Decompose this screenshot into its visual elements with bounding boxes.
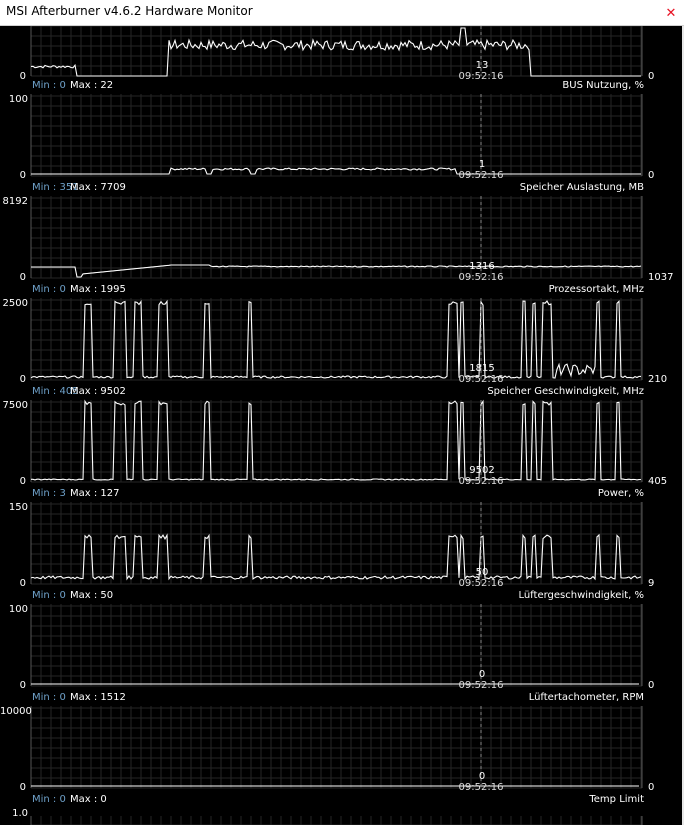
graph-5-axis-min: 0 — [19, 680, 26, 691]
graph-6-label: Lüftertachometer, RPM — [528, 692, 644, 703]
graph-3-current-value: 405 — [648, 476, 668, 487]
graph-6-min: Min : 0 — [32, 692, 66, 703]
graph-3-trace — [31, 399, 642, 481]
graph-2-cursor-value: 1815 — [469, 363, 495, 374]
top-axis-min: 0 — [19, 71, 26, 82]
graph-6-grid — [30, 706, 643, 789]
graph-7-grid — [30, 816, 643, 825]
graph-7-axis-max: 1.0 — [12, 808, 28, 819]
graph-1-axis-max: 8192 — [2, 196, 28, 207]
graph-0-label: BUS Nutzung, % — [562, 80, 644, 91]
graph-0-current-value: 0 — [648, 170, 655, 181]
graph-0-min: Min : 0 — [32, 80, 66, 91]
graph-5-max: Max : 50 — [70, 590, 114, 601]
graph-2-min: Min : 0 — [32, 284, 66, 295]
graph-6-current-value: 0 — [648, 782, 655, 793]
graph-2-max: Max : 1995 — [70, 284, 126, 295]
graph-4-max: Max : 127 — [70, 488, 120, 499]
graph-0-axis-min: 0 — [19, 170, 26, 181]
graph-3-max: Max : 9502 — [70, 386, 126, 397]
graph-7-label: Temp Limit — [589, 794, 644, 805]
graph-7-max: Max : 0 — [70, 794, 107, 805]
graph-4-current-value: 9 — [648, 578, 655, 589]
window-title: MSI Afterburner v4.6.2 Hardware Monitor — [6, 4, 253, 18]
graph-4-min: Min : 3 — [32, 488, 66, 499]
graph-3-axis-max: 7500 — [2, 400, 28, 411]
close-button[interactable]: ✕ — [658, 0, 684, 26]
graph-0-cursor-value: 1 — [478, 159, 486, 170]
close-icon: ✕ — [665, 5, 677, 21]
graph-4-cursor-time: 09:52:16 — [458, 578, 504, 589]
title-bar: MSI Afterburner v4.6.2 Hardware Monitor … — [0, 0, 684, 26]
graph-1-trace — [31, 264, 642, 278]
graph-6-axis-min: 0 — [19, 782, 26, 793]
graph-4-trace — [30, 533, 642, 581]
monitor-graphs — [30, 26, 643, 825]
graph-5-cursor-time: 09:52:16 — [458, 680, 504, 691]
graph-6-cursor-time: 09:52:16 — [458, 782, 504, 793]
graph-4-axis-max: 150 — [8, 502, 28, 513]
graph-3-grid — [30, 400, 643, 483]
graph-5-min: Min : 0 — [32, 590, 66, 601]
graph-3-cursor-value: 9502 — [469, 465, 495, 476]
graph-1-label: Speicher Auslastung, MB — [519, 182, 644, 193]
graph-5-current-value: 0 — [648, 680, 655, 691]
graph-1-cursor-time: 09:52:16 — [458, 272, 504, 283]
graph-4-axis-min: 0 — [19, 578, 26, 589]
graph-0-cursor-time: 09:52:16 — [458, 170, 504, 181]
graph-4-grid — [30, 502, 643, 585]
graph-7-min: Min : 0 — [32, 794, 66, 805]
graph-1-axis-min: 0 — [19, 272, 26, 283]
graph-1-max: Max : 7709 — [70, 182, 126, 193]
graph-5-axis-max: 100 — [8, 604, 28, 615]
graph-2-cursor-time: 09:52:16 — [458, 374, 504, 385]
graph-3-axis-min: 0 — [19, 476, 26, 487]
graph-0-max: Max : 22 — [70, 80, 114, 91]
graph-5-label: Lüftergeschwindigkeit, % — [518, 590, 644, 601]
graph-2-current-value: 210 — [648, 374, 668, 385]
graph-2-grid — [30, 298, 643, 381]
graph-0-axis-max: 100 — [8, 94, 28, 105]
graph-6-axis-max: 10000 — [0, 706, 32, 717]
graph-2-axis-min: 0 — [19, 374, 26, 385]
graph-5-grid — [30, 604, 643, 687]
graph-0-grid — [30, 94, 643, 177]
graph-2-axis-max: 2500 — [2, 298, 28, 309]
graph-6-cursor-value: 0 — [478, 771, 486, 782]
graph-4-cursor-value: 50 — [475, 567, 489, 578]
graph-4-label: Power, % — [597, 488, 644, 499]
graph-2-label: Prozessortakt, MHz — [548, 284, 644, 295]
top-cursor-value: 13 — [475, 60, 489, 71]
graph-0-trace — [31, 167, 641, 175]
graph-5-cursor-value: 0 — [478, 669, 486, 680]
graph-3-cursor-time: 09:52:16 — [458, 476, 504, 487]
graph-top-trace — [30, 27, 641, 77]
top-current-value: 0 — [648, 71, 655, 82]
graph-1-current-value: 1037 — [648, 272, 674, 283]
graph-6-max: Max : 1512 — [70, 692, 126, 703]
hardware-monitor-panel: 0 0 13 09:52:16 Min : 0 Max : 22 BUS Nutzung, … — [0, 26, 682, 825]
graph-3-label: Speicher Geschwindigkeit, MHz — [487, 386, 644, 397]
graph-1-cursor-value: 1316 — [469, 261, 495, 272]
graph-top-partial — [30, 26, 643, 77]
